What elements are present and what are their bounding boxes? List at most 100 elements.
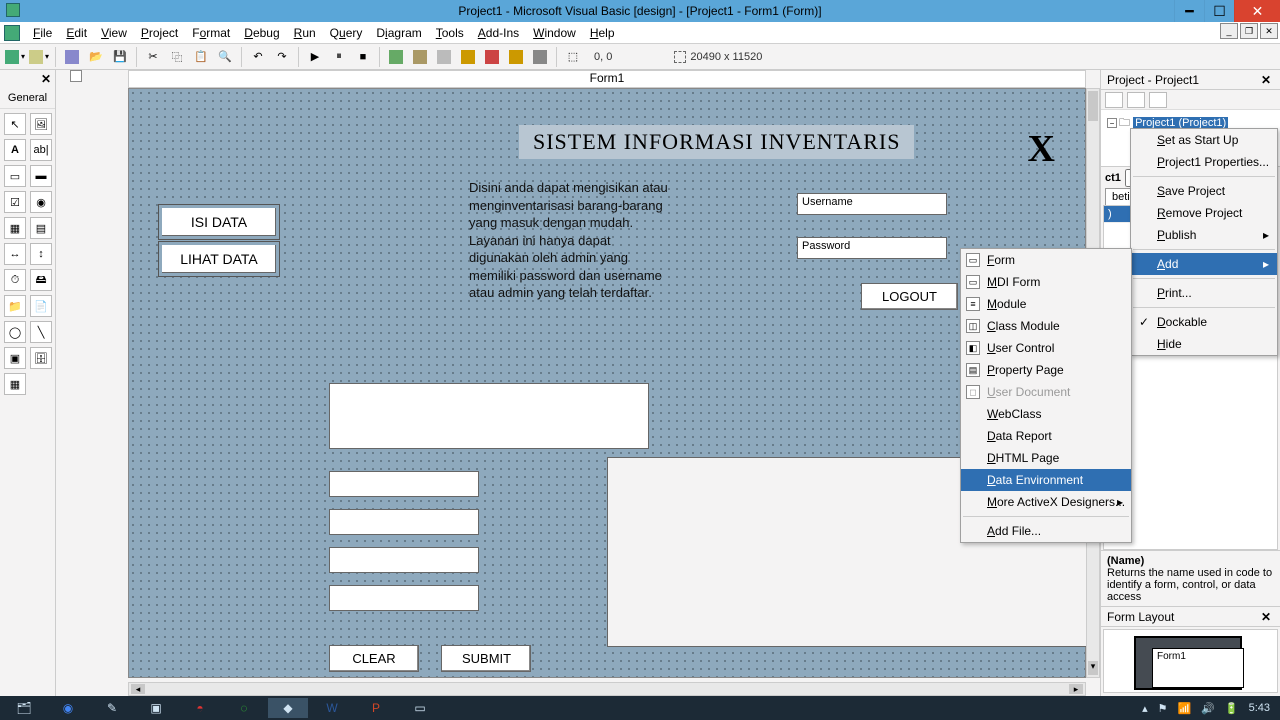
form-designer[interactable]: Form1 SISTEM INFORMASI INVENTARIS X ISI … (56, 70, 1100, 696)
taskbar-chrome-icon[interactable]: ◉ (48, 698, 88, 718)
menu-item[interactable]: ▤Property Page (961, 359, 1131, 381)
form-selector-handle[interactable] (70, 70, 82, 82)
form-surface[interactable]: SISTEM INFORMASI INVENTARIS X ISI DATA L… (128, 88, 1086, 678)
combobox-tool[interactable]: ▦ (4, 217, 26, 239)
submit-button[interactable]: SUBMIT (441, 645, 531, 672)
textbox-3[interactable] (329, 547, 479, 573)
taskbar-app2-icon[interactable]: ▣ (136, 698, 176, 718)
add-form-button[interactable] (28, 46, 50, 68)
find-button[interactable]: 🔍 (214, 46, 236, 68)
commandbutton-tool[interactable]: ▬ (30, 165, 52, 187)
project-context-menu[interactable]: Set as Start UpProject1 Properties... Sav… (1130, 128, 1278, 356)
menu-item[interactable]: Dockable (1131, 311, 1277, 333)
menu-window[interactable]: Window (526, 23, 583, 43)
picturebox-tool[interactable]: 🖼 (30, 113, 52, 135)
ole-tool[interactable]: ▦ (4, 373, 26, 395)
toggle-folders-button[interactable] (1149, 92, 1167, 108)
menu-item[interactable]: Add File... (961, 520, 1131, 542)
menu-item[interactable]: ◧User Control (961, 337, 1131, 359)
tray-volume-icon[interactable]: 🔊 (1201, 702, 1215, 715)
mdi-minimize-button[interactable]: _ (1220, 23, 1238, 39)
textbox-2[interactable] (329, 509, 479, 535)
data-tool[interactable]: 🗄 (30, 347, 52, 369)
menu-item[interactable]: ▭MDI Form (961, 271, 1131, 293)
taskbar-ppt-icon[interactable]: P (356, 698, 396, 718)
dirlistbox-tool[interactable]: 📁 (4, 295, 26, 317)
menubar[interactable]: File Edit View Project Format Debug Run … (0, 22, 1280, 44)
taskbar-line-icon[interactable]: ◌ (224, 698, 264, 718)
mdi-close-button[interactable]: ✕ (1260, 23, 1278, 39)
close-x-label[interactable]: X (1028, 127, 1055, 171)
label-tool[interactable]: A (4, 139, 26, 161)
open-button[interactable]: 📂 (85, 46, 107, 68)
vcm-button[interactable] (529, 46, 551, 68)
menu-item[interactable]: Print... (1131, 282, 1277, 304)
taskbar-vb-icon[interactable]: ◆ (268, 698, 308, 718)
menu-item[interactable]: Project1 Properties... (1131, 151, 1277, 173)
taskbar-app-icon[interactable]: ✎ (92, 698, 132, 718)
menu-item[interactable]: ◫Class Module (961, 315, 1131, 337)
project-panel-close-button[interactable]: ✕ (1258, 73, 1274, 87)
mdi-restore-button[interactable]: ❐ (1240, 23, 1258, 39)
menu-debug[interactable]: Debug (237, 23, 286, 43)
line-tool[interactable]: ╲ (30, 321, 52, 343)
view-code-button[interactable] (1105, 92, 1123, 108)
taskbar-word-icon[interactable]: W (312, 698, 352, 718)
toolbox-button[interactable] (481, 46, 503, 68)
add-project-button[interactable] (4, 46, 26, 68)
window-maximize-button[interactable]: ☐ (1204, 0, 1234, 22)
menu-item[interactable]: WebClass (961, 403, 1131, 425)
tray-up-icon[interactable]: ▴ (1142, 702, 1148, 715)
menu-item[interactable]: Add (1131, 253, 1277, 275)
clear-button[interactable]: CLEAR (329, 645, 419, 672)
menu-item[interactable]: Data Report (961, 425, 1131, 447)
project-panel-header[interactable]: Project - Project1 ✕ (1101, 70, 1280, 90)
form-layout-button[interactable] (433, 46, 455, 68)
frame-tool[interactable]: ▭ (4, 165, 26, 187)
menu-run[interactable]: Run (287, 23, 323, 43)
tray-clock[interactable]: 5:43 (1249, 702, 1270, 714)
textbox-4[interactable] (329, 585, 479, 611)
menu-item[interactable]: Set as Start Up (1131, 129, 1277, 151)
toolbox-close-button[interactable]: ✕ (37, 70, 55, 88)
window-close-button[interactable]: ✕ (1234, 0, 1280, 22)
textbox-tool[interactable]: ab| (30, 139, 52, 161)
timer-tool[interactable]: ⏱ (4, 269, 26, 291)
menu-item[interactable]: Data Environment (961, 469, 1131, 491)
menu-item[interactable]: ≡Module (961, 293, 1131, 315)
paste-button[interactable]: 📋 (190, 46, 212, 68)
cut-button[interactable]: ✂ (142, 46, 164, 68)
filelistbox-tool[interactable]: 📄 (30, 295, 52, 317)
pointer-tool[interactable]: ↖ (4, 113, 26, 135)
menu-query[interactable]: Query (323, 23, 370, 43)
menu-item[interactable]: Publish (1131, 224, 1277, 246)
drivelistbox-tool[interactable]: 🖴 (30, 269, 52, 291)
menu-format[interactable]: Format (185, 23, 237, 43)
checkbox-tool[interactable]: ☑ (4, 191, 26, 213)
logout-button[interactable]: LOGOUT (861, 283, 958, 310)
title-label[interactable]: SISTEM INFORMASI INVENTARIS (519, 125, 914, 159)
data-view-button[interactable] (505, 46, 527, 68)
password-textbox[interactable]: Password (797, 237, 947, 259)
menu-file[interactable]: File (26, 23, 59, 43)
textbox-1[interactable] (329, 471, 479, 497)
menu-item[interactable]: Save Project (1131, 180, 1277, 202)
menu-item[interactable]: Hide (1131, 333, 1277, 355)
form-preview[interactable]: Form1 (1152, 648, 1244, 688)
optionbutton-tool[interactable]: ◉ (30, 191, 52, 213)
windows-taskbar[interactable]: 🗂 ◉ ✎ ▣ ◓ ◌ ◆ W P ▭ ▴ ⚑ 📶 🔊 🔋 5:43 (0, 696, 1280, 720)
menu-addins[interactable]: Add-Ins (471, 23, 526, 43)
end-button[interactable]: ■ (352, 46, 374, 68)
add-submenu[interactable]: ▭Form▭MDI Form≡Module◫Class Module◧User … (960, 248, 1132, 543)
redo-button[interactable]: ↷ (271, 46, 293, 68)
menu-item[interactable]: DHTML Page (961, 447, 1131, 469)
menu-item[interactable]: ▭Form (961, 249, 1131, 271)
view-object-button[interactable] (1127, 92, 1145, 108)
tray-network-icon[interactable]: 📶 (1177, 702, 1191, 715)
undo-button[interactable]: ↶ (247, 46, 269, 68)
menu-view[interactable]: View (94, 23, 134, 43)
window-minimize-button[interactable]: ━ (1174, 0, 1204, 22)
tray-flag-icon[interactable]: ⚑ (1158, 702, 1168, 715)
isi-data-button[interactable]: ISI DATA (159, 205, 279, 239)
menu-item[interactable]: More ActiveX Designers... (961, 491, 1131, 513)
